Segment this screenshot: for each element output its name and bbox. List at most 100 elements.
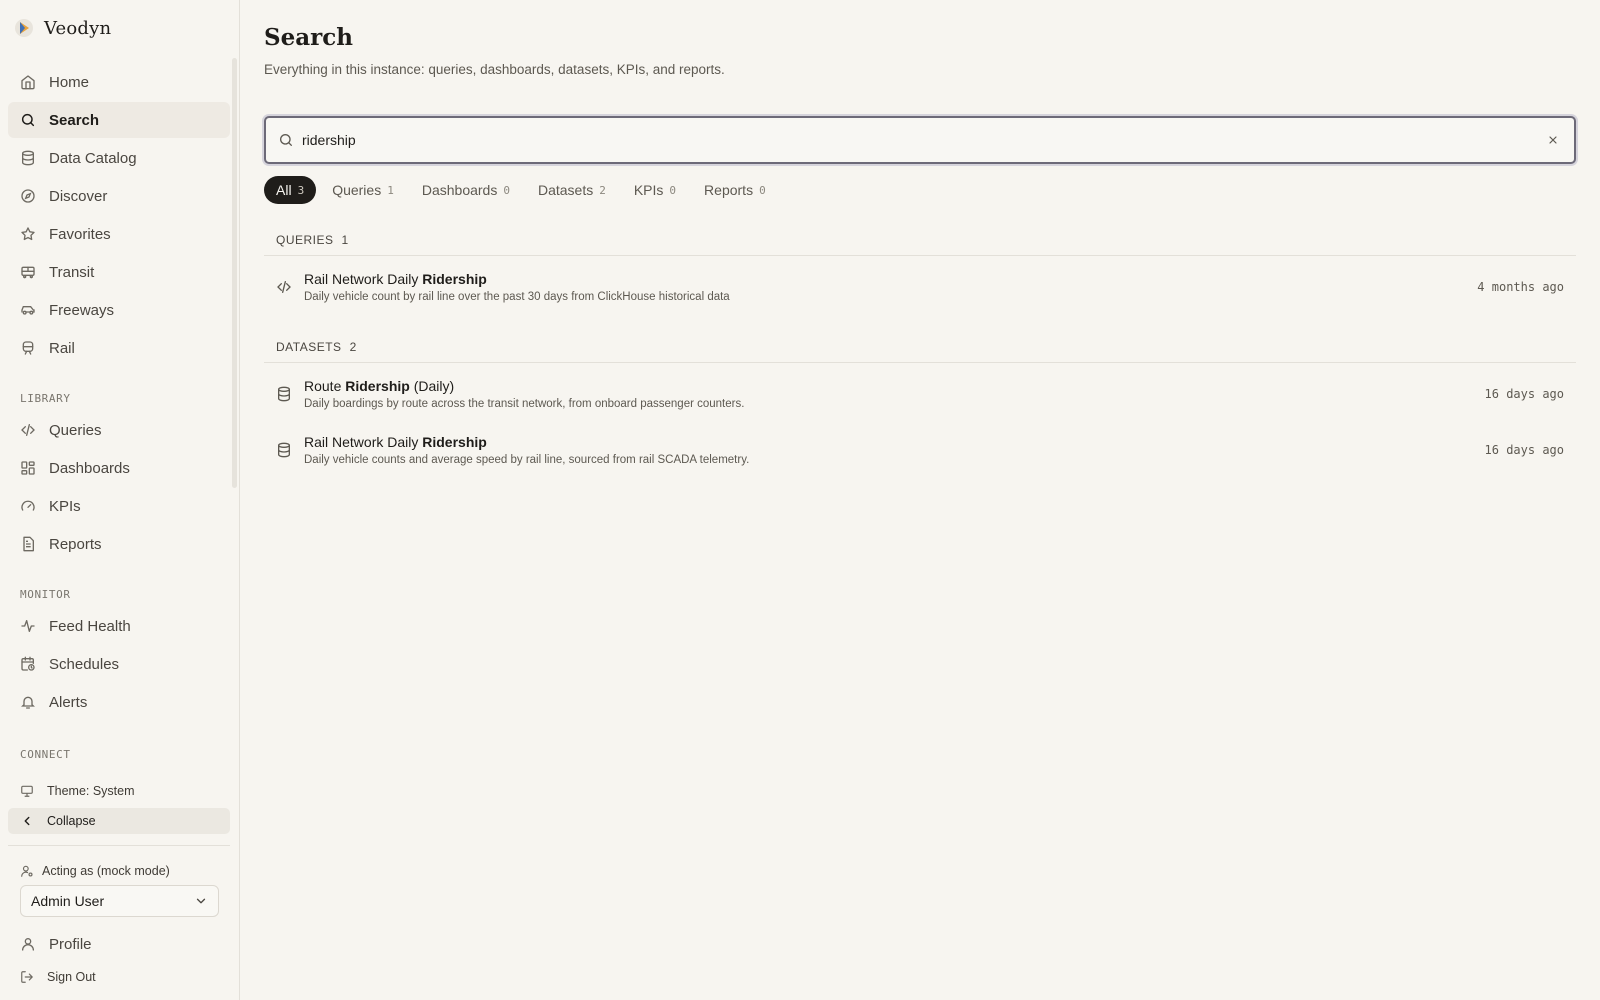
search-result[interactable]: Rail Network Daily Ridership Daily vehic… [264, 261, 1576, 313]
home-icon [20, 74, 36, 90]
title-match: Ridership [422, 270, 487, 287]
sidebar-item-label: Transit [49, 263, 95, 281]
sidebar-item-favorites[interactable]: Favorites [8, 216, 230, 252]
sidebar-item-dashboards[interactable]: Dashboards [8, 450, 230, 486]
tab-label: Reports [704, 182, 754, 198]
theme-toggle[interactable]: Theme: System [8, 778, 230, 804]
result-timestamp: 4 months ago [1477, 280, 1564, 294]
database-icon [276, 442, 292, 458]
sidebar-item-kpis[interactable]: KPIs [8, 488, 230, 524]
sidebar-item-label: KPIs [49, 497, 81, 515]
title-match: Ridership [422, 433, 487, 450]
tab-label: Datasets [537, 182, 594, 198]
brand[interactable]: Veodyn [14, 16, 111, 40]
result-title[interactable]: Route Ridership (Daily) [304, 377, 1485, 395]
tab-label: Queries [332, 182, 382, 198]
result-title[interactable]: Rail Network Daily Ridership [304, 270, 1477, 288]
title-text: Rail Network Daily [304, 270, 423, 287]
tab-all[interactable]: All 3 [264, 176, 317, 204]
activity-icon [20, 618, 36, 634]
sign-out-link[interactable]: Sign Out [8, 964, 230, 990]
sidebar-item-home[interactable]: Home [8, 64, 230, 100]
sidebar-item-label: Rail [49, 339, 75, 357]
tab-count: 0 [669, 183, 677, 197]
sidebar-divider [8, 845, 230, 846]
user-select-value: Admin User [31, 893, 105, 909]
search-result[interactable]: Route Ridership (Daily) Daily boardings … [264, 368, 1576, 420]
result-timestamp: 16 days ago [1484, 387, 1564, 401]
sidebar-item-label: Freeways [49, 301, 115, 319]
search-icon [278, 132, 294, 148]
section-label-monitor: MONITOR [20, 588, 71, 601]
user-cog-icon [21, 865, 33, 877]
tab-count: 2 [599, 183, 606, 197]
sidebar-item-label: Discover [49, 187, 108, 205]
sidebar-item-label: Queries [49, 421, 102, 439]
sidebar-item-label: Search [49, 111, 100, 129]
group-label: QUERIES [276, 232, 334, 247]
section-label-connect: CONNECT [20, 748, 71, 761]
sidebar-item-schedules[interactable]: Schedules [8, 646, 230, 682]
code-icon [20, 422, 36, 438]
page-title: Search [264, 24, 353, 51]
theme-label: Theme: System [47, 784, 135, 798]
user-icon [20, 936, 36, 952]
sidebar-item-rail[interactable]: Rail [8, 330, 230, 366]
title-match: Ridership [345, 377, 410, 394]
sidebar-item-label: Schedules [49, 655, 120, 673]
chevron-left-icon [24, 816, 30, 826]
acting-as-text: Acting as (mock mode) [42, 864, 170, 878]
collapse-button[interactable]: Collapse [8, 808, 230, 834]
result-description: Daily vehicle counts and average speed b… [304, 453, 750, 466]
log-out-icon [21, 971, 33, 983]
group-header-datasets: DATASETS 2 [264, 331, 1576, 363]
sidebar-item-queries[interactable]: Queries [8, 412, 230, 448]
tab-datasets[interactable]: Datasets 2 [526, 176, 618, 204]
sidebar-item-transit[interactable]: Transit [8, 254, 230, 290]
tab-count: 1 [387, 183, 394, 197]
profile-label: Profile [49, 935, 92, 953]
tab-count: 0 [759, 183, 766, 197]
sidebar-item-data-catalog[interactable]: Data Catalog [8, 140, 230, 176]
tab-kpis[interactable]: KPIs 0 [622, 176, 688, 204]
sidebar-item-label: Data Catalog [49, 149, 137, 167]
sidebar-item-alerts[interactable]: Alerts [8, 684, 230, 720]
clear-search-button[interactable] [1546, 133, 1560, 147]
database-icon [20, 150, 36, 166]
result-text: Rail Network Daily Ridership Daily vehic… [304, 433, 1485, 468]
search-input[interactable] [302, 132, 1546, 148]
close-icon [1549, 136, 1557, 144]
sidebar-item-search[interactable]: Search [8, 102, 230, 138]
user-select[interactable]: Admin User [20, 885, 219, 917]
result-title[interactable]: Rail Network Daily Ridership [304, 433, 1485, 451]
result-timestamp: 16 days ago [1484, 443, 1564, 457]
profile-link[interactable]: Profile [8, 926, 230, 962]
car-icon [20, 302, 36, 318]
star-icon [20, 226, 36, 242]
sidebar-item-label: Feed Health [49, 617, 131, 635]
bell-icon [20, 694, 36, 710]
search-icon [20, 112, 36, 128]
monitor-icon [21, 785, 33, 797]
code-icon [276, 279, 292, 295]
tab-label: KPIs [633, 182, 664, 198]
search-box[interactable] [264, 116, 1576, 164]
tab-queries[interactable]: Queries 1 [320, 176, 406, 204]
sidebar-scrollbar[interactable] [232, 58, 237, 488]
calendar-clock-icon [20, 656, 36, 672]
sidebar-item-discover[interactable]: Discover [8, 178, 230, 214]
database-icon [276, 386, 292, 402]
sidebar-item-feed-health[interactable]: Feed Health [8, 608, 230, 644]
app-name: Veodyn [44, 17, 112, 39]
filter-tabs: All 3 Queries 1 Dashboards 0 Datasets 2 KPIs… [264, 176, 782, 204]
sidebar-item-reports[interactable]: Reports [8, 526, 230, 562]
sidebar-item-freeways[interactable]: Freeways [8, 292, 230, 328]
result-description: Daily vehicle count by rail line over th… [304, 290, 730, 303]
tab-reports[interactable]: Reports 0 [692, 176, 778, 204]
tab-dashboards[interactable]: Dashboards 0 [410, 176, 522, 204]
search-result[interactable]: Rail Network Daily Ridership Daily vehic… [264, 424, 1576, 476]
group-header-queries: QUERIES 1 [264, 224, 1576, 256]
result-text: Route Ridership (Daily) Daily boardings … [304, 377, 1485, 412]
sidebar-item-label: Home [49, 73, 90, 91]
logo-icon [14, 18, 34, 38]
